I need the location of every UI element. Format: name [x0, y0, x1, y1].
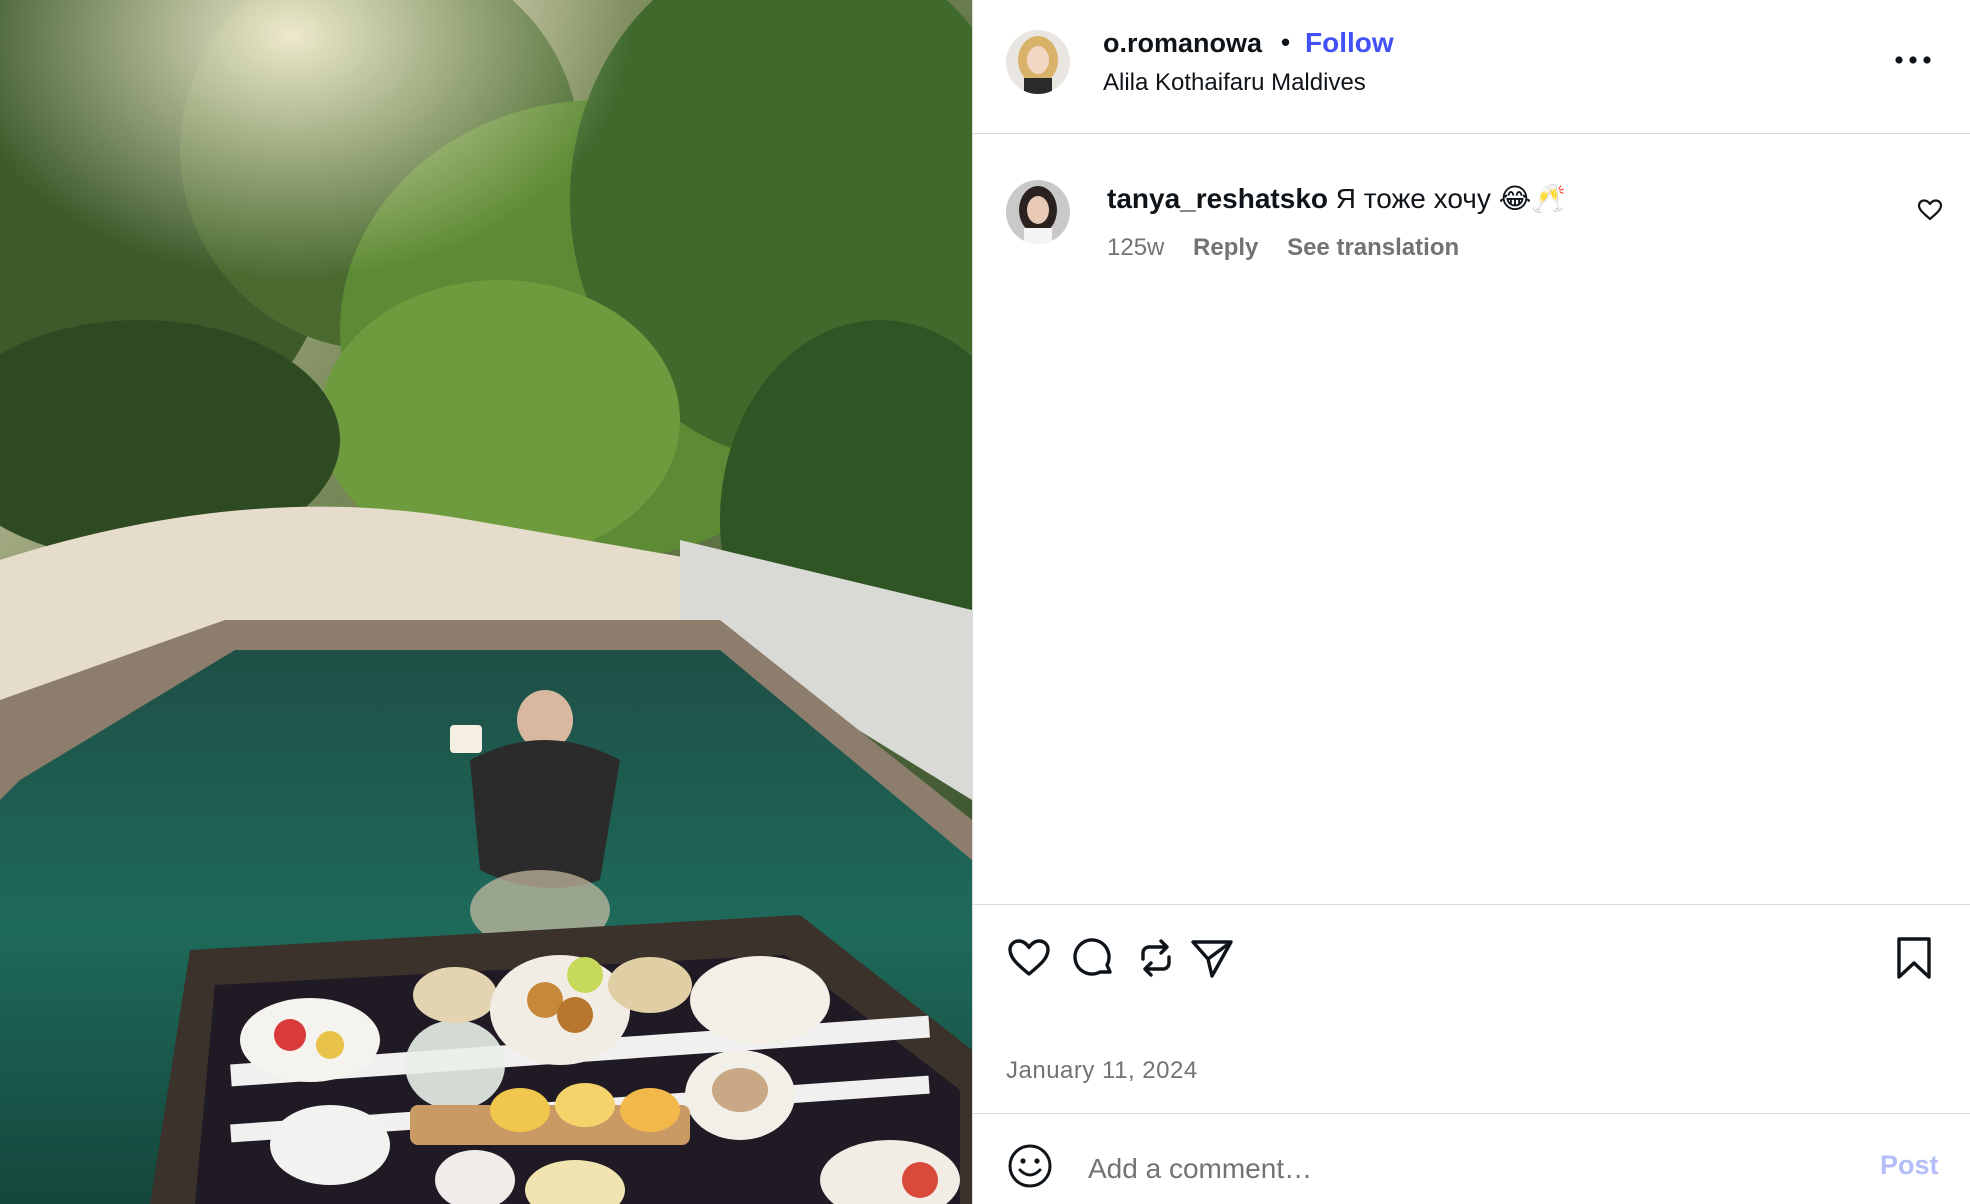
repost-icon[interactable] [1133, 935, 1179, 981]
comment-avatar[interactable] [1006, 180, 1070, 244]
post-photo[interactable] [0, 0, 972, 1204]
composer-divider [973, 1113, 1970, 1114]
smiley-icon[interactable] [1007, 1143, 1053, 1189]
comment-input[interactable] [1086, 1148, 1690, 1190]
comment-heart-icon[interactable] [1917, 198, 1943, 222]
separator-dot: • [1281, 27, 1291, 57]
comment-text-line: tanya_reshatsko Я тоже хочу 😂🥂 [1107, 182, 1566, 215]
post-date[interactable]: January 11, 2024 [1006, 1057, 1198, 1085]
post-details-panel: o.romanowa • Follow Alila Kothaifaru Mal… [973, 0, 1970, 1204]
reply-button[interactable]: Reply [1193, 234, 1258, 261]
heart-icon[interactable] [1006, 935, 1052, 981]
follow-button[interactable]: Follow [1305, 27, 1394, 59]
author-username[interactable]: o.romanowa [1103, 28, 1262, 59]
comment-time[interactable]: 125w [1107, 234, 1164, 261]
more-horizontal-icon[interactable] [1893, 48, 1933, 72]
post-comment-button[interactable]: Post [1880, 1150, 1939, 1181]
comment-text: Я тоже хочу 😂🥂 [1335, 183, 1567, 214]
comment-username[interactable]: tanya_reshatsko [1107, 183, 1328, 214]
bookmark-icon[interactable] [1891, 935, 1937, 981]
see-translation-button[interactable]: See translation [1287, 234, 1459, 261]
post-header: o.romanowa • Follow Alila Kothaifaru Mal… [973, 0, 1970, 134]
send-icon[interactable] [1189, 935, 1235, 981]
author-avatar[interactable] [1006, 30, 1070, 94]
post-location[interactable]: Alila Kothaifaru Maldives [1103, 69, 1366, 97]
comment-icon[interactable] [1070, 935, 1116, 981]
comment-meta: 125w Reply See translation [1107, 234, 1481, 262]
post-photo-image [0, 0, 972, 1204]
actions-divider [973, 904, 1970, 905]
